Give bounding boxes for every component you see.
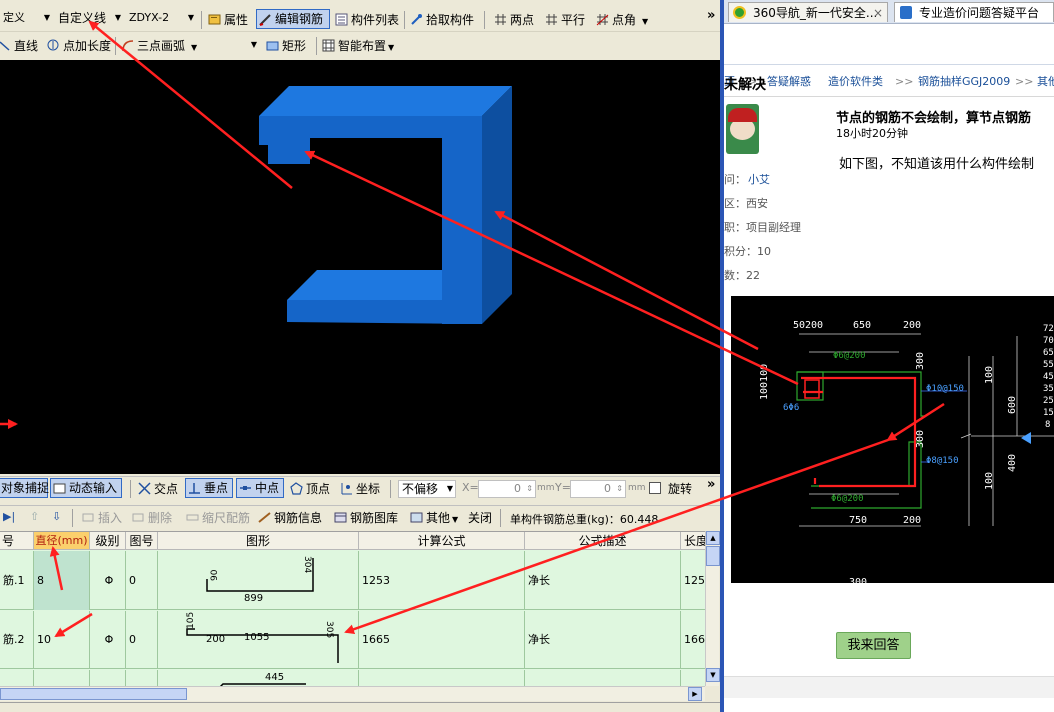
arrow-to-diameter-header [49, 546, 64, 591]
annotation-overlay [0, 20, 945, 638]
screen: 定义 ▼ 自定义线 ▼ ZDYX-2 ▼ 属性 编辑钢筋 构件列表 拾取构件 两点 平… [0, 0, 1054, 712]
arrow-to-rebar-row2 [886, 402, 945, 442]
arrow-to-shape-web [494, 210, 759, 351]
arrow-to-shape-lip [304, 150, 799, 386]
arrow-to-diameter-cell [54, 612, 93, 638]
arrow-to-grid-shape [344, 438, 889, 635]
arrow-to-custom-line [88, 20, 293, 189]
